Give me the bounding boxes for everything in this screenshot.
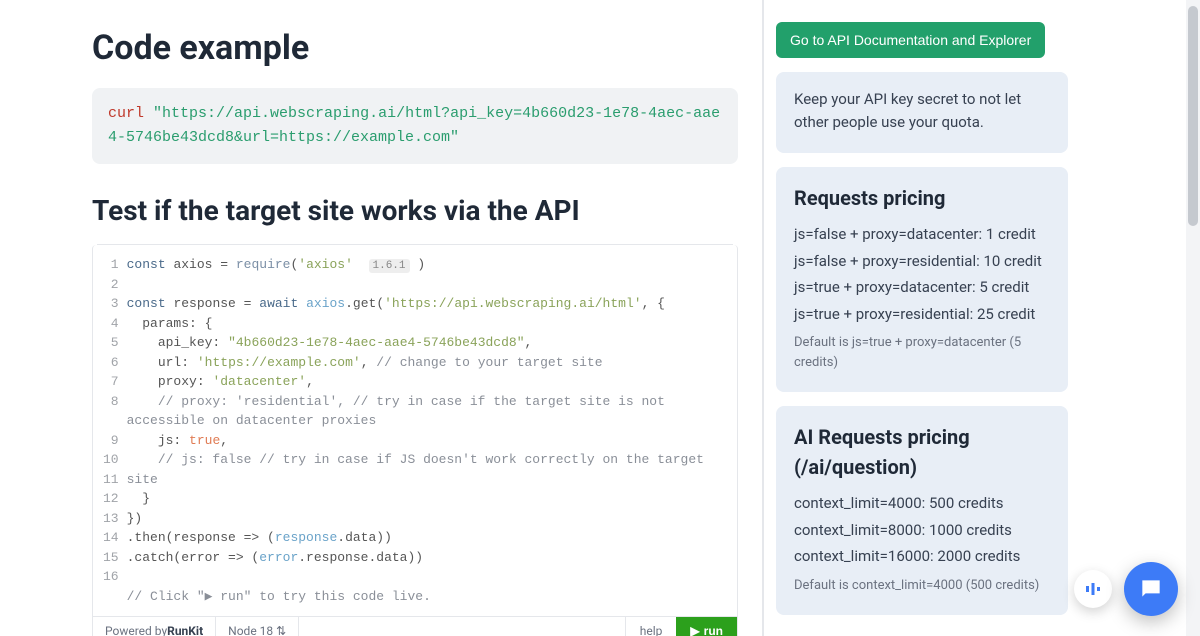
ai-pricing-title: AI Requests pricing (/ai/question) xyxy=(794,422,1050,482)
ai-pricing-default: Default is context_limit=4000 (500 credi… xyxy=(794,576,1050,596)
test-heading: Test if the target site works via the AP… xyxy=(92,194,738,227)
editor-body[interactable]: 12345678 910111213141516 const axios = r… xyxy=(93,245,737,616)
pricing-title: Requests pricing xyxy=(794,183,1050,213)
curl-url: "https://api.webscraping.ai/html?api_key… xyxy=(108,105,720,146)
pricing-row: js=true + proxy=residential: 25 credit xyxy=(794,303,1050,326)
pricing-default: Default is js=true + proxy=datacenter (5… xyxy=(794,333,1050,372)
ai-pricing-row: context_limit=4000: 500 credits xyxy=(794,492,1050,515)
help-link[interactable]: help xyxy=(625,617,677,636)
pricing-row: js=true + proxy=datacenter: 5 credit xyxy=(794,276,1050,299)
pricing-card: Requests pricing js=false + proxy=datace… xyxy=(776,167,1068,392)
secret-note-text: Keep your API key secret to not let othe… xyxy=(794,88,1050,133)
powered-by[interactable]: Powered by RunKit xyxy=(93,617,216,636)
scrollbar-track[interactable] xyxy=(1186,0,1200,636)
sidebar: Go to API Documentation and Explorer Kee… xyxy=(762,0,1082,636)
ai-pricing-card: AI Requests pricing (/ai/question) conte… xyxy=(776,406,1068,615)
chat-icon xyxy=(1138,576,1164,602)
divider xyxy=(762,0,764,636)
code-area[interactable]: const axios = require('axios' 1.6.1 ) co… xyxy=(127,245,737,616)
secret-note-card: Keep your API key secret to not let othe… xyxy=(776,72,1068,153)
main-content: Code example curl "https://api.webscrapi… xyxy=(0,0,762,636)
updown-icon: ⇅ xyxy=(276,624,286,636)
line-gutter: 12345678 910111213141516 xyxy=(93,245,127,616)
run-button[interactable]: ▶ run xyxy=(676,617,737,636)
floating-buttons xyxy=(1074,562,1178,616)
ai-pricing-row: context_limit=8000: 1000 credits xyxy=(794,519,1050,542)
curl-command: curl xyxy=(108,105,144,122)
pricing-row: js=false + proxy=datacenter: 1 credit xyxy=(794,223,1050,246)
api-docs-button[interactable]: Go to API Documentation and Explorer xyxy=(776,22,1045,58)
code-example-heading: Code example xyxy=(92,28,738,68)
ai-pricing-row: context_limit=16000: 2000 credits xyxy=(794,545,1050,568)
audio-bars-icon xyxy=(1084,580,1102,598)
curl-example-block: curl "https://api.webscraping.ai/html?ap… xyxy=(92,88,738,164)
audio-bars-button[interactable] xyxy=(1074,570,1112,608)
play-icon: ▶ xyxy=(690,624,699,636)
chat-button[interactable] xyxy=(1124,562,1178,616)
code-editor: 12345678 910111213141516 const axios = r… xyxy=(92,245,738,636)
pricing-row: js=false + proxy=residential: 10 credit xyxy=(794,250,1050,273)
scrollbar-thumb[interactable] xyxy=(1188,6,1198,226)
node-version-select[interactable]: Node 18 ⇅ xyxy=(216,617,299,636)
editor-footer: Powered by RunKit Node 18 ⇅ help ▶ run xyxy=(93,616,737,636)
